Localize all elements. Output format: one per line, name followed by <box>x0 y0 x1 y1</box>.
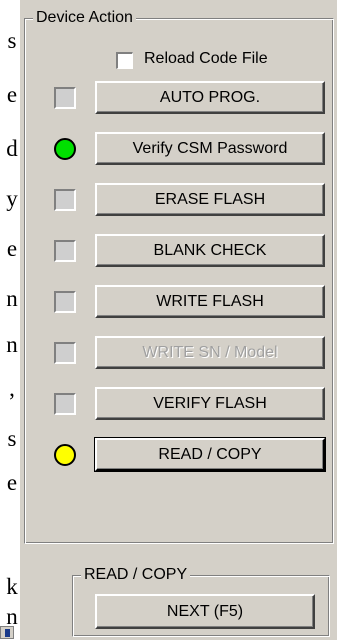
reload-code-file-label[interactable]: Reload Code File <box>144 50 268 68</box>
status-square-icon <box>54 189 76 211</box>
device-action-title: Device Action <box>33 9 136 27</box>
status-square-icon <box>54 291 76 313</box>
write-sn-model-button[interactable]: WRITE SN / Model <box>95 336 325 369</box>
read-copy-title: READ / COPY <box>81 566 191 584</box>
device-panel: Device Action Reload Code File AUTO PROG… <box>20 0 337 640</box>
background-letter: k <box>6 574 18 599</box>
background-letter: , <box>9 376 15 401</box>
status-square-icon <box>54 240 76 262</box>
auto-prog-button[interactable]: AUTO PROG. <box>95 81 325 114</box>
read-copy-button[interactable]: READ / COPY <box>94 437 326 472</box>
status-led-icon <box>54 444 76 466</box>
status-square-icon <box>54 342 76 364</box>
write-flash-button[interactable]: WRITE FLASH <box>95 285 325 318</box>
status-led-icon <box>54 138 76 160</box>
background-letter: s <box>7 28 17 53</box>
background-letter: e <box>6 470 18 495</box>
background-letter: n <box>6 286 18 311</box>
background-letter: s <box>7 426 17 451</box>
background-letter: y <box>6 186 18 211</box>
verify-csm-password-button[interactable]: Verify CSM Password <box>95 132 325 165</box>
erase-flash-button[interactable]: ERASE FLASH <box>95 183 325 216</box>
background-letter: e <box>6 236 18 261</box>
background-letter: n <box>6 332 18 357</box>
background-letter: d <box>6 136 18 161</box>
reload-code-file-checkbox[interactable] <box>116 52 133 69</box>
status-square-icon <box>54 393 76 415</box>
verify-flash-button[interactable]: VERIFY FLASH <box>95 387 325 420</box>
tray-icon <box>0 626 14 639</box>
background-letter: e <box>6 82 18 107</box>
next-button[interactable]: NEXT (F5) <box>95 594 315 629</box>
status-square-icon <box>54 87 76 109</box>
blank-check-button[interactable]: BLANK CHECK <box>95 234 325 267</box>
